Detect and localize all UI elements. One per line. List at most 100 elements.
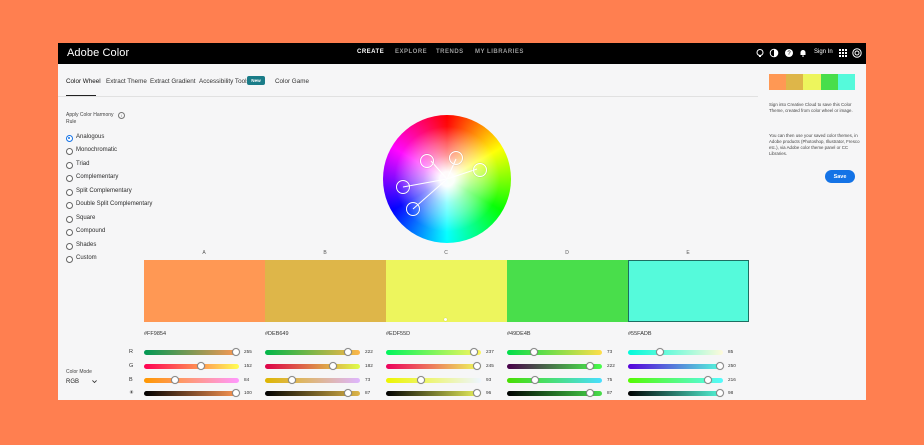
slider-value[interactable]: 245 (486, 363, 494, 368)
slider-r-c[interactable] (386, 348, 481, 356)
slider-g-e[interactable] (628, 362, 725, 370)
slider-thumb[interactable] (473, 389, 482, 397)
wheel-handle-a[interactable] (449, 151, 463, 165)
wheel-handle-d[interactable] (396, 180, 410, 194)
apps-icon[interactable] (838, 48, 848, 58)
slider-value[interactable]: 73 (607, 349, 612, 354)
slider-value[interactable]: 250 (728, 363, 736, 368)
slider-brightness-d[interactable] (507, 389, 602, 397)
wheel-handle-b[interactable] (420, 154, 434, 168)
slider-value[interactable]: 98 (728, 390, 733, 395)
wheel-handle-e[interactable] (406, 202, 420, 216)
nav-explore[interactable]: EXPLORE (395, 49, 427, 55)
slider-value[interactable]: 255 (244, 349, 252, 354)
slider-thumb[interactable] (585, 362, 594, 370)
slider-value[interactable]: 182 (365, 363, 373, 368)
slider-value[interactable]: 85 (728, 349, 733, 354)
tab-accessibility-tools[interactable]: Accessibility Tools (199, 78, 250, 85)
slider-g-b[interactable] (265, 362, 360, 370)
slider-r-b[interactable] (265, 348, 360, 356)
slider-thumb[interactable] (585, 389, 594, 397)
wheel-handle-c[interactable] (473, 163, 487, 177)
lightbulb-icon[interactable] (755, 48, 765, 58)
radio-icon[interactable] (66, 243, 73, 250)
slider-r-e[interactable] (628, 348, 723, 356)
slider-value[interactable]: 87 (365, 390, 370, 395)
hex-value-d[interactable]: #49DE4B (507, 331, 531, 337)
slider-value[interactable]: 75 (607, 377, 612, 382)
info-icon[interactable]: i (118, 112, 125, 119)
bell-icon[interactable] (798, 48, 808, 58)
slider-b-b[interactable] (265, 376, 360, 384)
slider-value[interactable]: 216 (728, 377, 736, 382)
slider-b-c[interactable] (386, 376, 481, 384)
slider-b-e[interactable] (628, 376, 723, 384)
slider-thumb[interactable] (232, 389, 241, 397)
colorblind-icon[interactable] (769, 48, 779, 58)
slider-thumb[interactable] (704, 376, 713, 384)
slider-value[interactable]: 152 (244, 363, 252, 368)
slider-thumb[interactable] (171, 376, 180, 384)
slider-thumb[interactable] (232, 348, 241, 356)
hex-value-b[interactable]: #DEB649 (265, 331, 289, 337)
slider-value[interactable]: 100 (244, 390, 252, 395)
swatch-position-dot[interactable] (444, 318, 447, 321)
slider-r-a[interactable] (144, 348, 241, 356)
slider-thumb[interactable] (416, 376, 425, 384)
slider-r-d[interactable] (507, 348, 602, 356)
swatch-e[interactable] (628, 260, 749, 322)
radio-icon[interactable] (66, 256, 73, 263)
slider-value[interactable]: 73 (365, 377, 370, 382)
help-icon[interactable]: ? (784, 48, 794, 58)
swatch-d[interactable] (507, 260, 628, 322)
swatch-a[interactable] (144, 260, 265, 322)
slider-value[interactable]: 237 (486, 349, 494, 354)
slider-thumb[interactable] (470, 348, 479, 356)
color-wheel[interactable] (383, 115, 511, 243)
radio-icon[interactable] (66, 175, 73, 182)
slider-thumb[interactable] (473, 362, 482, 370)
tab-extract-theme[interactable]: Extract Theme (106, 78, 147, 85)
slider-b-d[interactable] (507, 376, 602, 384)
nav-create[interactable]: CREATE (357, 49, 384, 55)
tab-color-wheel[interactable]: Color Wheel (66, 78, 101, 85)
slider-g-d[interactable] (507, 362, 602, 370)
slider-value[interactable]: 222 (365, 349, 373, 354)
tab-color-game[interactable]: Color Game (275, 78, 309, 85)
radio-icon[interactable] (66, 162, 73, 169)
slider-value[interactable]: 87 (607, 390, 612, 395)
slider-thumb[interactable] (716, 389, 725, 397)
hex-value-a[interactable]: #FF9854 (144, 331, 166, 337)
slider-g-a[interactable] (144, 362, 239, 370)
swatch-c[interactable] (386, 260, 507, 322)
hex-value-c[interactable]: #EDF55D (386, 331, 410, 337)
slider-g-c[interactable] (386, 362, 482, 370)
slider-thumb[interactable] (343, 348, 352, 356)
slider-brightness-a[interactable] (144, 389, 241, 397)
chevron-down-icon[interactable] (91, 378, 98, 385)
slider-thumb[interactable] (196, 362, 205, 370)
slider-thumb[interactable] (530, 376, 539, 384)
slider-brightness-c[interactable] (386, 389, 482, 397)
hex-value-e[interactable]: #55FADB (628, 331, 652, 337)
tab-extract-gradient[interactable]: Extract Gradient (150, 78, 196, 85)
nav-trends[interactable]: TRENDS (436, 49, 464, 55)
slider-thumb[interactable] (716, 362, 725, 370)
radio-icon[interactable] (66, 229, 73, 236)
radio-selected-icon[interactable] (66, 135, 73, 142)
slider-value[interactable]: 96 (486, 390, 491, 395)
app-logo[interactable]: Adobe Color (67, 47, 129, 59)
creative-cloud-icon[interactable] (852, 48, 862, 58)
swatch-b[interactable] (265, 260, 386, 322)
slider-thumb[interactable] (288, 376, 297, 384)
sign-in-link[interactable]: Sign In (814, 49, 833, 55)
radio-icon[interactable] (66, 148, 73, 155)
slider-thumb[interactable] (655, 348, 664, 356)
color-mode-select[interactable]: RGB (66, 379, 79, 385)
slider-thumb[interactable] (328, 362, 337, 370)
radio-icon[interactable] (66, 202, 73, 209)
slider-thumb[interactable] (343, 389, 352, 397)
slider-thumb[interactable] (530, 348, 539, 356)
save-button[interactable]: Save (825, 170, 855, 183)
slider-value[interactable]: 222 (607, 363, 615, 368)
